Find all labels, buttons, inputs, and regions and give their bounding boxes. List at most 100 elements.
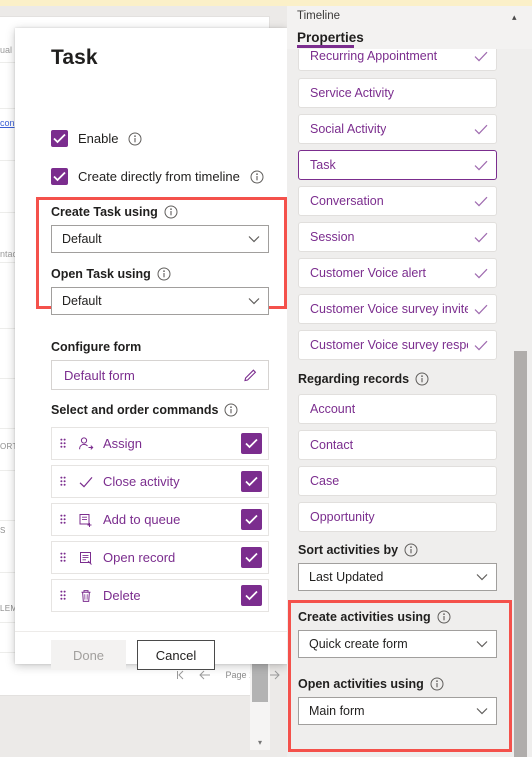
configure-form-field[interactable]: Default form	[51, 360, 269, 390]
info-icon[interactable]	[224, 403, 238, 417]
pane-header: Timeline Properties	[287, 6, 532, 49]
pill-contact[interactable]: Contact	[298, 430, 497, 460]
pane-scroll-area: Recurring Appointment Service Activity S…	[287, 49, 532, 757]
configure-form-value: Default form	[64, 367, 135, 383]
pill-service-activity[interactable]: Service Activity	[298, 78, 497, 108]
info-icon[interactable]	[164, 205, 178, 219]
pane-scrollbar-thumb[interactable]	[514, 351, 527, 757]
pill-account[interactable]: Account	[298, 394, 497, 424]
scroll-up-icon[interactable]: ▴	[512, 12, 517, 23]
info-icon[interactable]	[437, 610, 451, 624]
create-task-using-text: Create Task using	[51, 205, 158, 219]
sort-activities-by-text: Sort activities by	[298, 543, 399, 557]
pill-customer-voice-survey-response[interactable]: Customer Voice survey response	[298, 330, 497, 360]
previous-page-icon[interactable]	[199, 670, 211, 680]
command-row-add-to-queue[interactable]: Add to queue	[51, 503, 269, 536]
pill-label: Service Activity	[310, 86, 395, 100]
pill-opportunity[interactable]: Opportunity	[298, 502, 497, 532]
info-icon[interactable]	[250, 170, 264, 184]
chevron-down-icon[interactable]	[248, 235, 260, 243]
checkmark-icon	[474, 304, 488, 315]
command-row-open-record[interactable]: Open record	[51, 541, 269, 574]
create-activities-using-text: Create activities using	[298, 610, 431, 624]
create-activities-using-dropdown[interactable]: Quick create form	[298, 630, 497, 658]
command-label: Open record	[103, 550, 176, 565]
command-checkbox[interactable]	[241, 471, 262, 492]
pill-recurring-appointment[interactable]: Recurring Appointment	[298, 49, 497, 71]
info-icon[interactable]	[430, 677, 444, 691]
info-icon[interactable]	[157, 267, 171, 281]
open-task-using-dropdown[interactable]: Default	[51, 287, 269, 315]
drag-handle-icon[interactable]	[52, 514, 74, 526]
cancel-button[interactable]: Cancel	[137, 640, 215, 670]
chevron-down-icon[interactable]	[476, 704, 488, 718]
chevron-down-icon[interactable]	[476, 637, 488, 651]
pill-conversation[interactable]: Conversation	[298, 186, 497, 216]
pill-session[interactable]: Session	[298, 222, 497, 252]
pencil-icon[interactable]	[243, 368, 258, 383]
dialog-title: Task	[51, 46, 98, 69]
info-icon[interactable]	[128, 132, 142, 146]
done-button[interactable]: Done	[51, 640, 126, 670]
pill-label: Opportunity	[310, 510, 375, 524]
checkmark-icon	[474, 232, 488, 243]
pill-customer-voice-alert[interactable]: Customer Voice alert	[298, 258, 497, 288]
sort-activities-by-dropdown[interactable]: Last Updated	[298, 563, 497, 591]
breadcrumb[interactable]: Timeline	[297, 10, 340, 22]
tab-active-indicator	[297, 45, 354, 48]
background-scrollbar-thumb[interactable]	[252, 662, 268, 702]
pill-label: Customer Voice survey invite	[310, 302, 468, 316]
open-activities-using-dropdown[interactable]: Main form	[298, 697, 497, 725]
create-directly-checkbox-row[interactable]: Create directly from timeline	[51, 168, 264, 185]
pill-customer-voice-survey-invite[interactable]: Customer Voice survey invite	[298, 294, 497, 324]
sort-activities-by-label: Sort activities by	[298, 543, 418, 557]
command-row-assign[interactable]: Assign	[51, 427, 269, 460]
command-label: Assign	[103, 436, 143, 451]
enable-checkbox[interactable]	[51, 130, 68, 147]
create-task-using-value: Default	[62, 232, 102, 246]
command-row-close-activity[interactable]: Close activity	[51, 465, 269, 498]
pill-task[interactable]: Task	[298, 150, 497, 180]
app-root: ual b con ntac ORTU S LEM Page 1 ▾ Task …	[0, 0, 532, 757]
pill-case[interactable]: Case	[298, 466, 497, 496]
create-task-using-dropdown[interactable]: Default	[51, 225, 269, 253]
command-label: Delete	[103, 588, 141, 603]
command-checkbox[interactable]	[241, 433, 262, 454]
drag-handle-icon[interactable]	[52, 590, 74, 602]
configure-form-label: Configure form	[51, 340, 141, 354]
open-activities-using-value: Main form	[309, 704, 365, 718]
command-checkbox[interactable]	[241, 509, 262, 530]
checkmark-icon	[474, 124, 488, 135]
drag-handle-icon[interactable]	[52, 552, 74, 564]
info-icon[interactable]	[415, 372, 429, 386]
drag-handle-icon[interactable]	[52, 438, 74, 450]
tab-properties[interactable]: Properties	[297, 30, 364, 45]
scroll-down-icon[interactable]: ▾	[255, 738, 265, 748]
pill-label: Session	[310, 230, 355, 244]
pill-label: Customer Voice survey response	[310, 338, 468, 352]
background-text-fragment: S	[0, 526, 6, 535]
command-label: Add to queue	[103, 512, 181, 527]
open-activities-using-label: Open activities using	[298, 677, 444, 691]
create-directly-checkbox[interactable]	[51, 168, 68, 185]
background-link-fragment[interactable]: con	[0, 118, 15, 128]
command-checkbox[interactable]	[241, 547, 262, 568]
chevron-down-icon[interactable]	[248, 297, 260, 305]
chevron-down-icon[interactable]	[476, 570, 488, 584]
pill-label: Recurring Appointment	[310, 49, 438, 63]
open-record-icon	[74, 550, 98, 566]
command-checkbox[interactable]	[241, 585, 262, 606]
command-row-delete[interactable]: Delete	[51, 579, 269, 612]
pill-label: Customer Voice alert	[310, 266, 427, 280]
trash-icon	[74, 588, 98, 604]
checkmark-icon	[474, 160, 488, 171]
info-icon[interactable]	[404, 543, 418, 557]
assign-user-icon	[74, 436, 98, 452]
checkmark-icon	[474, 196, 488, 207]
regarding-records-text: Regarding records	[298, 372, 410, 386]
first-page-icon[interactable]	[175, 670, 185, 680]
select-order-commands-text: Select and order commands	[51, 403, 219, 417]
drag-handle-icon[interactable]	[52, 476, 74, 488]
enable-checkbox-row[interactable]: Enable	[51, 130, 142, 147]
pill-social-activity[interactable]: Social Activity	[298, 114, 497, 144]
